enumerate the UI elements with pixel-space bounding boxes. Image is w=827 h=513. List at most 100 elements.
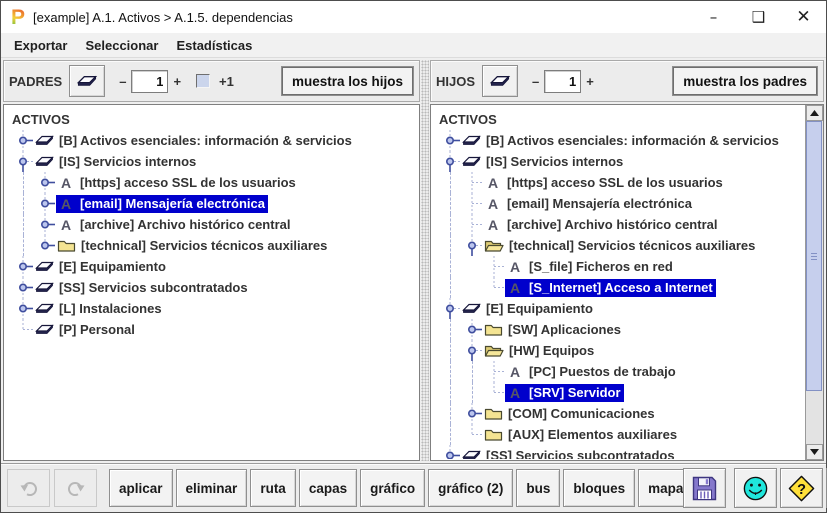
tree-node[interactable]: [SS] Servicios subcontratados — [34, 279, 251, 297]
undo-button[interactable] — [7, 469, 50, 507]
tree-node[interactable]: [technical] Servicios técnicos auxiliare… — [56, 237, 330, 255]
menu-exportar[interactable]: Exportar — [5, 35, 76, 56]
scrollbar-thumb[interactable] — [806, 121, 822, 391]
tree-row[interactable]: [AUX] Elementos auxiliares — [435, 424, 804, 445]
tree-node[interactable]: A[archive] Archivo histórico central — [483, 216, 720, 234]
tree-toggle-collapsed-icon[interactable] — [34, 235, 56, 256]
tree-row[interactable]: A[S_Internet] Acceso a Internet — [435, 277, 804, 298]
tree-node[interactable]: [IS] Servicios internos — [461, 153, 626, 171]
tree-node[interactable]: [AUX] Elementos auxiliares — [483, 426, 680, 444]
status-happy-button[interactable] — [734, 468, 777, 508]
tree-row[interactable]: [L] Instalaciones — [8, 298, 418, 319]
tree-node[interactable]: [HW] Equipos — [483, 342, 597, 360]
tree-node-selected[interactable]: A[S_Internet] Acceso a Internet — [505, 279, 716, 297]
maximize-button[interactable]: ❑ — [736, 1, 781, 33]
tree-node[interactable]: A[email] Mensajería electrónica — [483, 195, 695, 213]
tree-node[interactable]: [E] Equipamiento — [34, 258, 169, 276]
tree-toggle-collapsed-icon[interactable] — [12, 256, 34, 277]
tree-row[interactable]: ACTIVOS — [8, 109, 418, 130]
toolbar-button-aplicar[interactable]: aplicar — [109, 469, 173, 507]
tree-node[interactable]: [B] Activos esenciales: información & se… — [34, 132, 355, 150]
toolbar-button-ruta[interactable]: ruta — [250, 469, 296, 507]
toolbar-button-bloques[interactable]: bloques — [563, 469, 635, 507]
tree-row[interactable]: A[SRV] Servidor — [435, 382, 804, 403]
help-button[interactable]: ? — [780, 468, 823, 508]
tree-node[interactable]: [E] Equipamiento — [461, 300, 596, 318]
tree-toggle-collapsed-icon[interactable] — [461, 403, 483, 424]
tree-toggle-expanded-icon[interactable] — [461, 340, 483, 361]
tree-node[interactable]: A[S_file] Ficheros en red — [505, 258, 676, 276]
tree-row[interactable]: [P] Personal — [8, 319, 418, 340]
layers-button[interactable] — [482, 65, 518, 97]
tree-node[interactable]: [SW] Aplicaciones — [483, 321, 624, 339]
scroll-down-button[interactable] — [806, 444, 823, 460]
tree-toggle-collapsed-icon[interactable] — [34, 193, 56, 214]
tree-row[interactable]: A[archive] Archivo histórico central — [8, 214, 418, 235]
tree-toggle-collapsed-icon[interactable] — [12, 277, 34, 298]
tree-node[interactable]: A[https] acceso SSL de los usuarios — [56, 174, 299, 192]
tree-toggle-collapsed-icon[interactable] — [34, 172, 56, 193]
tree-toggle-expanded-icon[interactable] — [439, 151, 461, 172]
tree-row[interactable]: [technical] Servicios técnicos auxiliare… — [8, 235, 418, 256]
tree-node[interactable]: [COM] Comunicaciones — [483, 405, 658, 423]
tree-toggle-expanded-icon[interactable] — [461, 235, 483, 256]
tree-toggle-expanded-icon[interactable] — [439, 298, 461, 319]
tree-row[interactable]: [SW] Aplicaciones — [435, 319, 804, 340]
tree-row[interactable]: [B] Activos esenciales: información & se… — [8, 130, 418, 151]
tree-row[interactable]: [SS] Servicios subcontratados — [8, 277, 418, 298]
tree-node[interactable]: [technical] Servicios técnicos auxiliare… — [483, 237, 758, 255]
tree-row[interactable]: A[https] acceso SSL de los usuarios — [8, 172, 418, 193]
toolbar-button-bus[interactable]: bus — [516, 469, 560, 507]
tree-toggle-expanded-icon[interactable] — [12, 151, 34, 172]
tree-row[interactable]: [HW] Equipos — [435, 340, 804, 361]
tree-toggle-collapsed-icon[interactable] — [34, 214, 56, 235]
show-children-button[interactable]: muestra los hijos — [281, 66, 414, 96]
tree-node[interactable]: A[https] acceso SSL de los usuarios — [483, 174, 726, 192]
tree-node[interactable]: [P] Personal — [34, 321, 138, 339]
tree-row[interactable]: ACTIVOS — [435, 109, 804, 130]
tree-toggle-collapsed-icon[interactable] — [12, 130, 34, 151]
tree-node[interactable]: A[PC] Puestos de trabajo — [505, 363, 679, 381]
tree-node[interactable]: [IS] Servicios internos — [34, 153, 199, 171]
minimize-button[interactable]: – — [691, 1, 736, 33]
tree-row[interactable]: A[email] Mensajería electrónica — [435, 193, 804, 214]
depth-input[interactable] — [544, 70, 581, 93]
close-button[interactable]: ✕ — [781, 1, 826, 33]
tree-row[interactable]: A[email] Mensajería electrónica — [8, 193, 418, 214]
toolbar-button-eliminar[interactable]: eliminar — [176, 469, 248, 507]
show-parents-button[interactable]: muestra los padres — [672, 66, 818, 96]
tree-row[interactable]: [E] Equipamiento — [8, 256, 418, 277]
toolbar-button-gr-fico-2[interactable]: gráfico (2) — [428, 469, 513, 507]
tree-row[interactable]: [IS] Servicios internos — [8, 151, 418, 172]
tree-toggle-collapsed-icon[interactable] — [439, 130, 461, 151]
tree-node[interactable]: [L] Instalaciones — [34, 300, 165, 318]
tree-row[interactable]: A[archive] Archivo histórico central — [435, 214, 804, 235]
tree-row[interactable]: [E] Equipamiento — [435, 298, 804, 319]
tree-node[interactable]: A[archive] Archivo histórico central — [56, 216, 293, 234]
tree-row[interactable]: A[S_file] Ficheros en red — [435, 256, 804, 277]
scroll-up-button[interactable] — [806, 105, 823, 121]
toolbar-button-capas[interactable]: capas — [299, 469, 357, 507]
save-button[interactable] — [683, 468, 726, 508]
tree-node[interactable]: [B] Activos esenciales: información & se… — [461, 132, 782, 150]
layers-button[interactable] — [69, 65, 105, 97]
depth-input[interactable] — [131, 70, 168, 93]
tree-node-selected[interactable]: A[SRV] Servidor — [505, 384, 624, 402]
tree-toggle-collapsed-icon[interactable] — [12, 298, 34, 319]
menu-estad-sticas[interactable]: Estadísticas — [167, 35, 261, 56]
menu-seleccionar[interactable]: Seleccionar — [76, 35, 167, 56]
split-divider[interactable] — [421, 60, 429, 461]
tree-row[interactable]: A[PC] Puestos de trabajo — [435, 361, 804, 382]
tree-toggle-collapsed-icon[interactable] — [461, 319, 483, 340]
plus-one-checkbox[interactable] — [196, 74, 210, 88]
tree-row[interactable]: [IS] Servicios internos — [435, 151, 804, 172]
toolbar-button-gr-fico[interactable]: gráfico — [360, 469, 425, 507]
redo-button[interactable] — [54, 469, 97, 507]
tree-row[interactable]: A[https] acceso SSL de los usuarios — [435, 172, 804, 193]
tree-row[interactable]: [SS] Servicios subcontratados — [435, 445, 804, 459]
tree-row[interactable]: [COM] Comunicaciones — [435, 403, 804, 424]
tree-toggle-collapsed-icon[interactable] — [439, 445, 461, 459]
tree-node[interactable]: [SS] Servicios subcontratados — [461, 447, 678, 460]
tree-row[interactable]: [technical] Servicios técnicos auxiliare… — [435, 235, 804, 256]
tree-row[interactable]: [B] Activos esenciales: información & se… — [435, 130, 804, 151]
